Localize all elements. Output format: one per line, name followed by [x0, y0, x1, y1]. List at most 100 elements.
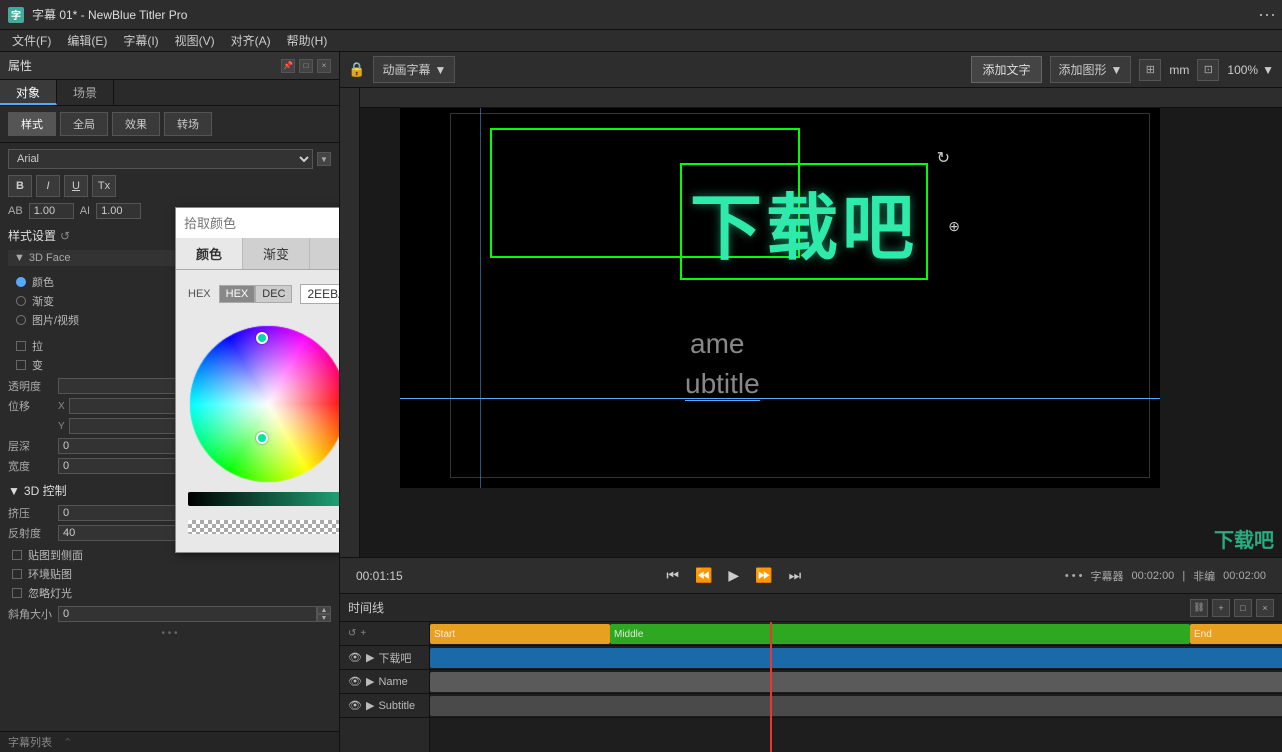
segment-start[interactable]: Start [430, 624, 610, 644]
radio-color[interactable]: 颜色 [16, 274, 79, 290]
skew-up[interactable]: ▲ [317, 606, 331, 614]
fit-icon[interactable]: ⊡ [1197, 59, 1219, 81]
more-dots[interactable]: • • • [1065, 570, 1083, 582]
segment-track-2[interactable] [430, 672, 1282, 692]
format-row: B I U Tx [8, 175, 331, 197]
lock-icon[interactable]: 🔒 [348, 61, 365, 78]
add-track-icon[interactable]: + [360, 628, 366, 639]
face-toggle[interactable]: ▼ [14, 252, 25, 264]
checkbox-texture-side-input[interactable] [12, 550, 22, 560]
checkbox-env-map-input[interactable] [12, 569, 22, 579]
color-search-input[interactable] [176, 208, 340, 238]
prev-frame-button[interactable]: ⏪ [695, 567, 712, 584]
style-reset-button[interactable]: ↺ [60, 229, 70, 243]
caption-list-expand[interactable]: ⌃ [63, 737, 72, 749]
menu-align[interactable]: 对齐(A) [223, 30, 279, 51]
skip-to-end-button[interactable]: ⏭ [789, 567, 802, 584]
minimize-button[interactable] [1260, 14, 1262, 16]
menu-subtitle[interactable]: 字幕(I) [115, 30, 166, 51]
track-expand-2[interactable]: ▶ [366, 675, 374, 688]
spacing-ai-input[interactable] [96, 203, 141, 219]
timeline-close-button[interactable]: × [1256, 599, 1274, 617]
tab-global[interactable]: 全局 [60, 112, 108, 136]
checkbox-env-map: 环境贴图 [12, 566, 327, 582]
tab-transition[interactable]: 转场 [164, 112, 212, 136]
color-slider[interactable] [188, 492, 340, 506]
scale-handle[interactable]: ⊕ [948, 218, 960, 235]
color-wheel-cursor-top[interactable] [256, 332, 268, 344]
canvas-main-text[interactable]: 下载吧 [680, 163, 928, 280]
radio-image[interactable]: 图片/视频 [16, 312, 79, 328]
track-expand-3[interactable]: ▶ [366, 699, 374, 712]
underline-button[interactable]: U [64, 175, 88, 197]
font-family-select[interactable]: Arial [8, 149, 313, 169]
add-text-button[interactable]: 添加文字 [971, 56, 1041, 83]
menu-bar: 文件(F) 编辑(E) 字幕(I) 视图(V) 对齐(A) 帮助(H) [0, 30, 1282, 52]
caption-list-bar: 字幕列表 ⌃ [0, 731, 339, 752]
checkbox-ignore-light-input[interactable] [12, 588, 22, 598]
track-eye-1[interactable]: 👁 [348, 651, 362, 664]
color-wheel[interactable] [188, 324, 340, 484]
canvas-background[interactable]: 下载吧 ame ubtitle ↻ ⊕ [400, 108, 1160, 488]
bold-button[interactable]: B [8, 175, 32, 197]
rotation-handle[interactable]: ↻ [937, 148, 950, 168]
track-name-3: Subtitle [378, 700, 415, 712]
radio-gradient[interactable]: 渐变 [16, 293, 79, 309]
width-label: 宽度 [8, 458, 58, 474]
track-eye-2[interactable]: 👁 [348, 675, 362, 688]
skip-to-start-button[interactable]: ⏮ [666, 567, 679, 584]
alpha-slider[interactable] [188, 520, 340, 534]
canvas-subtitle-text[interactable]: ubtitle [685, 368, 760, 401]
3d-control-toggle[interactable]: ▼ [8, 484, 20, 498]
tab-scene[interactable]: 场景 [57, 80, 114, 105]
loop-icon[interactable]: ↺ [348, 628, 356, 639]
color-slider-row [188, 492, 340, 506]
cp-tab-gradient[interactable]: 渐变 [243, 238, 310, 269]
segment-track-3[interactable] [430, 696, 1282, 716]
cp-tab-color[interactable]: 颜色 [176, 238, 243, 269]
tab-effect[interactable]: 效果 [112, 112, 160, 136]
panel-close-button[interactable]: × [317, 59, 331, 73]
maximize-button[interactable] [1266, 14, 1268, 16]
checkbox-transform-input[interactable] [16, 360, 26, 370]
grid-icon[interactable]: ⊞ [1139, 59, 1161, 81]
spacing-ab-input[interactable] [29, 203, 74, 219]
track-expand-1[interactable]: ▶ [366, 651, 374, 664]
color-wheel-cursor-bottom[interactable] [256, 432, 268, 444]
hex-value-input[interactable] [300, 284, 340, 304]
menu-file[interactable]: 文件(F) [4, 30, 59, 51]
more-button[interactable]: • • • [8, 626, 331, 641]
panel-pin-button[interactable]: 📌 [281, 59, 295, 73]
menu-view[interactable]: 视图(V) [167, 30, 223, 51]
playhead[interactable] [770, 622, 772, 752]
next-frame-button[interactable]: ⏩ [755, 567, 772, 584]
tab-object[interactable]: 对象 [0, 80, 57, 105]
checkbox-stretch-input[interactable] [16, 341, 26, 351]
add-shape-dropdown[interactable]: 添加图形 ▼ [1050, 56, 1132, 83]
canvas-name-text[interactable]: ame [690, 328, 744, 360]
main-layout: 属性 📌 □ × 对象 场景 样式 全局 效果 转场 Arial [0, 52, 1282, 752]
text-style-button[interactable]: Tx [92, 175, 116, 197]
font-dropdown-arrow[interactable]: ▼ [317, 152, 331, 166]
segment-track-1[interactable] [430, 648, 1282, 668]
timeline-add-button[interactable]: + [1212, 599, 1230, 617]
track-eye-3[interactable]: 👁 [348, 699, 362, 712]
timeline-expand-button[interactable]: □ [1234, 599, 1252, 617]
tab-style[interactable]: 样式 [8, 112, 56, 136]
menu-edit[interactable]: 编辑(E) [59, 30, 115, 51]
skew-down[interactable]: ▼ [317, 614, 331, 622]
segment-end[interactable]: End [1190, 624, 1282, 644]
timeline-chain-button[interactable]: ⛓ [1190, 599, 1208, 617]
play-pause-button[interactable]: ▶ [728, 567, 739, 584]
segment-middle[interactable]: Middle [610, 624, 1190, 644]
close-button[interactable] [1272, 14, 1274, 16]
hex-mode-button[interactable]: HEX [219, 285, 256, 303]
dec-mode-button[interactable]: DEC [255, 285, 292, 303]
offset-x-sublabel: X [58, 401, 65, 412]
skew-input[interactable] [58, 606, 317, 622]
menu-help[interactable]: 帮助(H) [279, 30, 336, 51]
panel-restore-button[interactable]: □ [299, 59, 313, 73]
italic-button[interactable]: I [36, 175, 60, 197]
animation-mode-dropdown[interactable]: 动画字幕 ▼ [373, 56, 455, 83]
checkbox-transform-label: 变 [32, 357, 43, 373]
